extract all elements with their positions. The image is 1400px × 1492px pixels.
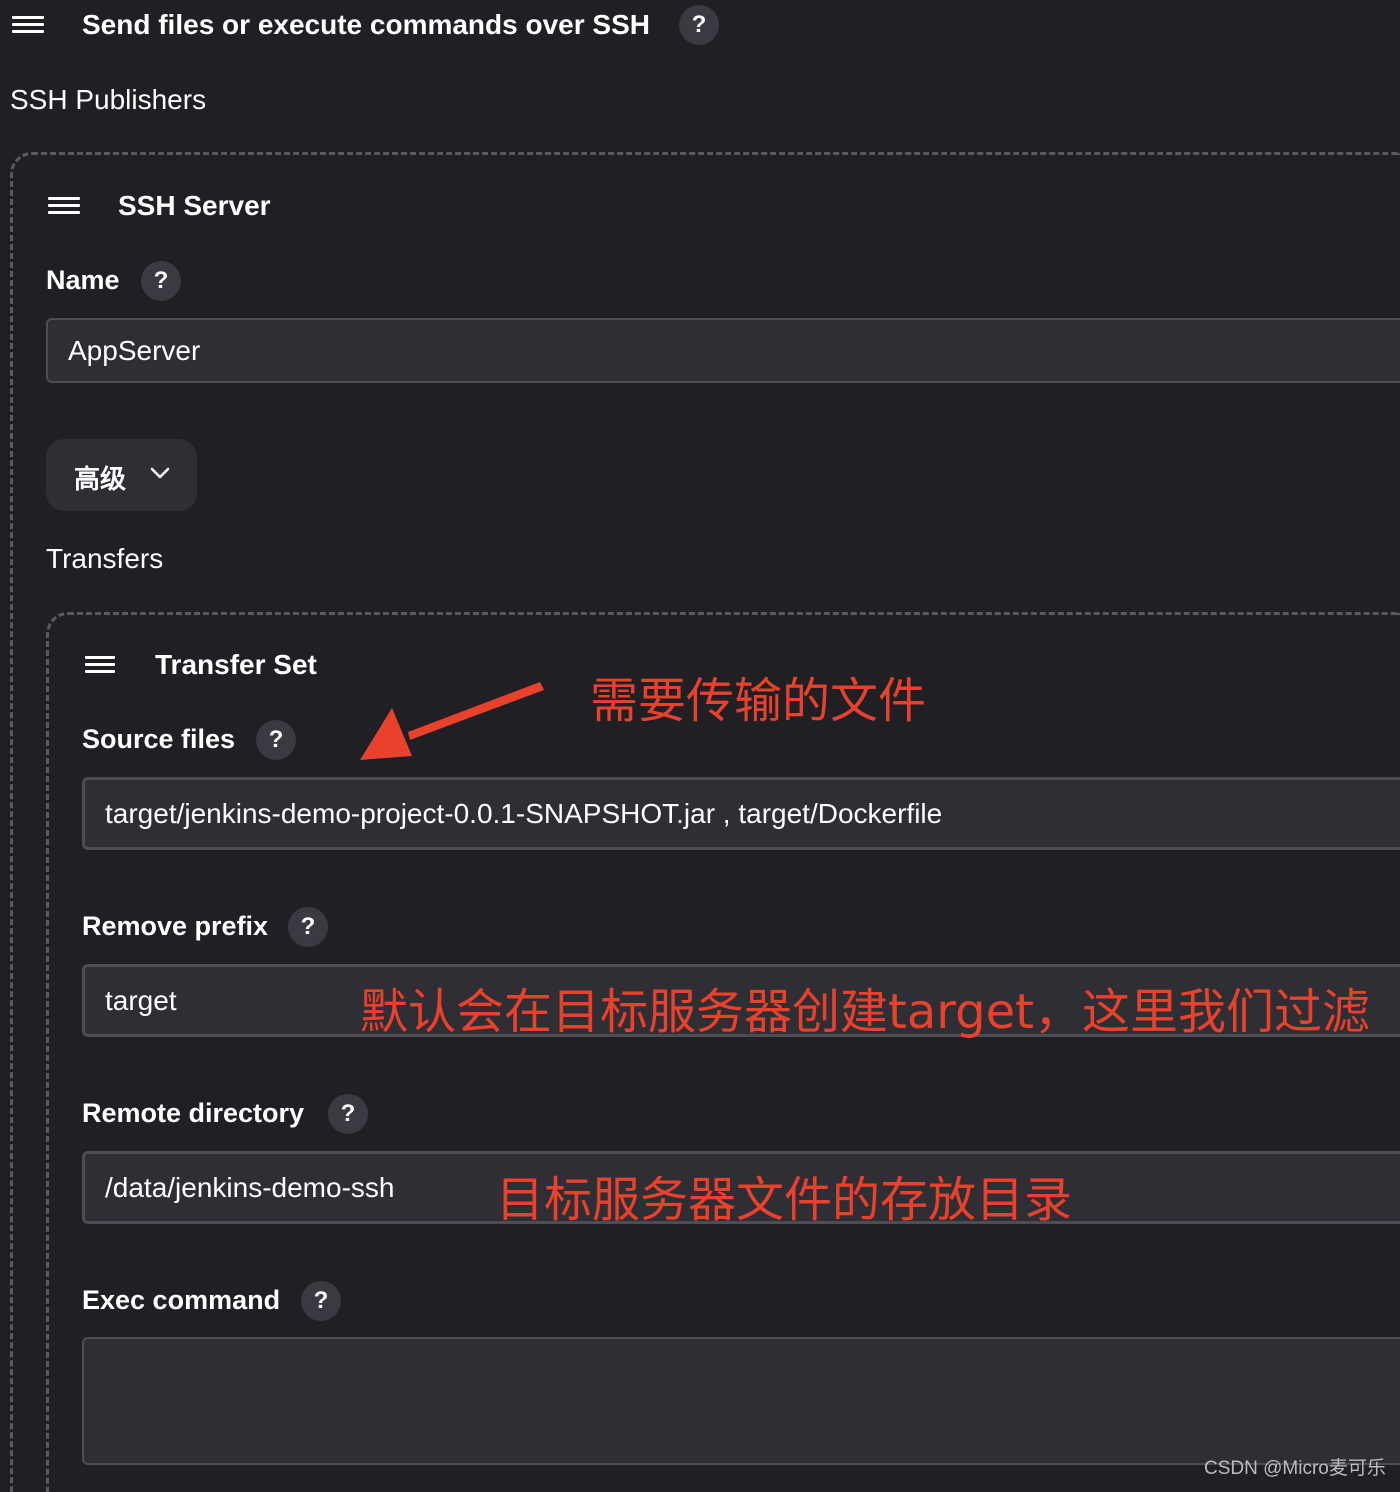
name-label: Name [46,265,120,295]
arrow-annotation [360,682,544,760]
remove-prefix-value: target [105,984,177,1016]
remote-directory-value: /data/jenkins-demo-ssh [105,1171,395,1203]
menu-icon[interactable] [12,16,44,36]
name-help-icon[interactable]: ? [141,261,181,301]
remove-prefix-help-icon[interactable]: ? [288,907,328,947]
source-files-annotation: 需要传输的文件 [590,673,927,729]
ssh-server-menu-icon[interactable] [48,197,80,217]
name-input[interactable]: AppServer [46,318,1400,383]
section-title: Send files or execute commands over SSH [82,9,650,40]
source-files-input[interactable]: target/jenkins-demo-project-0.0.1-SNAPSH… [82,777,1400,850]
advanced-label: 高级 [74,464,127,494]
ssh-publishers-label: SSH Publishers [10,84,207,115]
source-files-value: target/jenkins-demo-project-0.0.1-SNAPSH… [105,797,943,829]
chevron-down-icon [150,467,170,479]
exec-command-textarea[interactable] [82,1337,1400,1465]
remove-prefix-label: Remove prefix [82,911,269,941]
advanced-button[interactable]: 高级 [46,439,197,511]
watermark: CSDN @Micro麦可乐 [1204,1458,1386,1479]
remove-prefix-annotation: 默认会在目标服务器创建target，这里我们过滤 [360,984,1370,1040]
help-icon[interactable]: ? [679,5,719,45]
transfers-label: Transfers [46,543,164,574]
name-value: AppServer [68,334,201,366]
remote-directory-help-icon[interactable]: ? [328,1094,368,1134]
transfer-set-menu-icon[interactable] [85,656,115,676]
transfer-set-title: Transfer Set [155,649,317,680]
source-files-help-icon[interactable]: ? [256,720,296,760]
exec-command-label: Exec command [82,1285,281,1315]
exec-command-help-icon[interactable]: ? [301,1281,341,1321]
source-files-label: Source files [82,724,236,754]
remote-directory-label: Remote directory [82,1098,305,1128]
remote-directory-annotation: 目标服务器文件的存放目录 [496,1172,1073,1228]
ssh-server-title: SSH Server [118,190,271,221]
